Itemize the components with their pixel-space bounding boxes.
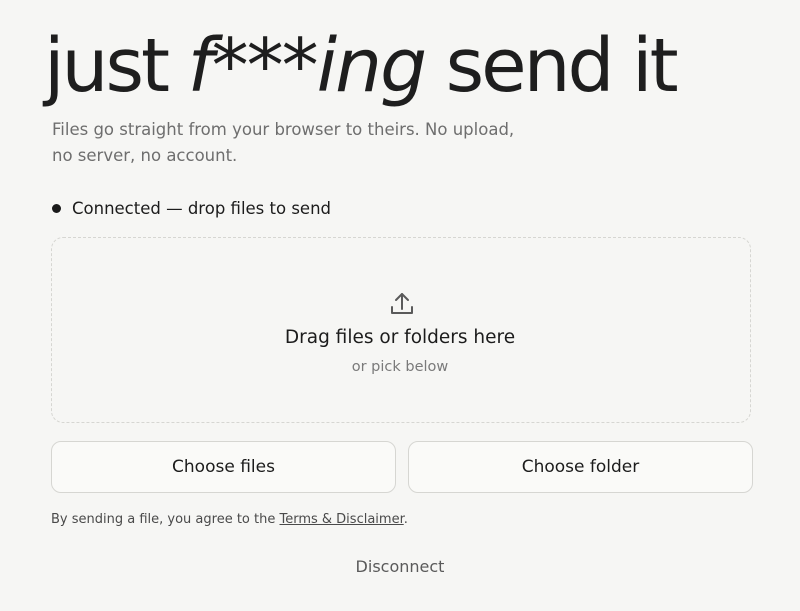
hero-title-start: just — [44, 23, 188, 109]
terms-link[interactable]: Terms & Disclaimer — [279, 512, 403, 527]
disconnect-button[interactable]: Disconnect — [0, 557, 800, 576]
hero-title-emphasis: f***ing — [187, 23, 427, 109]
choose-folder-button[interactable]: Choose folder — [408, 441, 753, 493]
hero-title: just f***ing send it — [44, 18, 679, 114]
status-dot-icon — [52, 204, 61, 213]
page: just f***ing send it Files go straight f… — [0, 0, 800, 611]
status-text: Connected — drop files to send — [72, 199, 332, 218]
connection-status: Connected — drop files to send — [52, 199, 331, 218]
dropzone-subtext: or pick below — [351, 359, 449, 375]
tagline: Files go straight from your browser to t… — [52, 120, 515, 165]
dropzone-heading: Drag files or folders here — [284, 327, 516, 348]
hero-title-end: send it — [425, 23, 679, 109]
upload-icon — [391, 293, 413, 314]
choose-files-button[interactable]: Choose files — [51, 441, 396, 493]
terms-notice: By sending a file, you agree to the Term… — [51, 512, 408, 527]
terms-suffix: . — [403, 512, 408, 527]
terms-prefix: By sending a file, you agree to the — [51, 512, 280, 527]
